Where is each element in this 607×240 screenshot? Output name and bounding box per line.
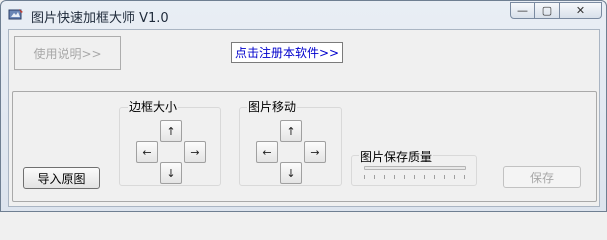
move-left-button[interactable]: ← (256, 141, 278, 163)
help-button[interactable]: 使用说明>> (14, 36, 121, 70)
help-button-label: 使用说明>> (33, 46, 102, 61)
border-down-button[interactable]: ↓ (160, 162, 182, 184)
arrow-up-icon: ↑ (286, 124, 296, 138)
arrow-right-icon: → (190, 145, 200, 159)
arrow-left-icon: ← (142, 145, 152, 159)
quality-title: 图片保存质量 (359, 148, 434, 165)
app-window: 图片快速加框大师 V1.0 — ▢ ✕ 使用说明>> 点击注册本软件>> 边框大… (0, 0, 607, 212)
title-bar[interactable]: 图片快速加框大师 V1.0 — ▢ ✕ (1, 1, 606, 29)
close-icon: ✕ (575, 4, 586, 17)
minimize-button[interactable]: — (510, 2, 535, 19)
border-left-button[interactable]: ← (136, 141, 158, 163)
arrow-down-icon: ↓ (166, 166, 176, 180)
app-icon (8, 9, 23, 20)
move-up-button[interactable]: ↑ (280, 120, 302, 142)
register-link[interactable]: 点击注册本软件>> (231, 42, 343, 63)
save-button[interactable]: 保存 (503, 166, 581, 188)
arrow-up-icon: ↑ (166, 124, 176, 138)
border-size-title: 边框大小 (128, 98, 179, 115)
maximize-button[interactable]: ▢ (535, 2, 560, 19)
quality-slider[interactable] (364, 166, 466, 170)
window-controls: — ▢ ✕ (510, 2, 602, 19)
arrow-down-icon: ↓ (286, 166, 296, 180)
move-right-button[interactable]: → (304, 141, 326, 163)
arrow-left-icon: ← (262, 145, 272, 159)
border-right-button[interactable]: → (184, 141, 206, 163)
client-area: 使用说明>> 点击注册本软件>> 边框大小 ↑ ← → ↓ 图片移动 ↑ ← →… (8, 29, 600, 207)
image-move-title: 图片移动 (247, 98, 298, 115)
close-button[interactable]: ✕ (560, 2, 602, 19)
main-panel: 边框大小 ↑ ← → ↓ 图片移动 ↑ ← → ↓ 图片保存质量 导入原图 保存 (12, 91, 597, 202)
border-up-button[interactable]: ↑ (160, 120, 182, 142)
arrow-right-icon: → (310, 145, 320, 159)
maximize-icon: ▢ (541, 4, 553, 17)
move-down-button[interactable]: ↓ (280, 162, 302, 184)
import-image-button[interactable]: 导入原图 (23, 167, 100, 189)
minimize-icon: — (517, 4, 528, 17)
window-title: 图片快速加框大师 V1.0 (31, 11, 169, 26)
